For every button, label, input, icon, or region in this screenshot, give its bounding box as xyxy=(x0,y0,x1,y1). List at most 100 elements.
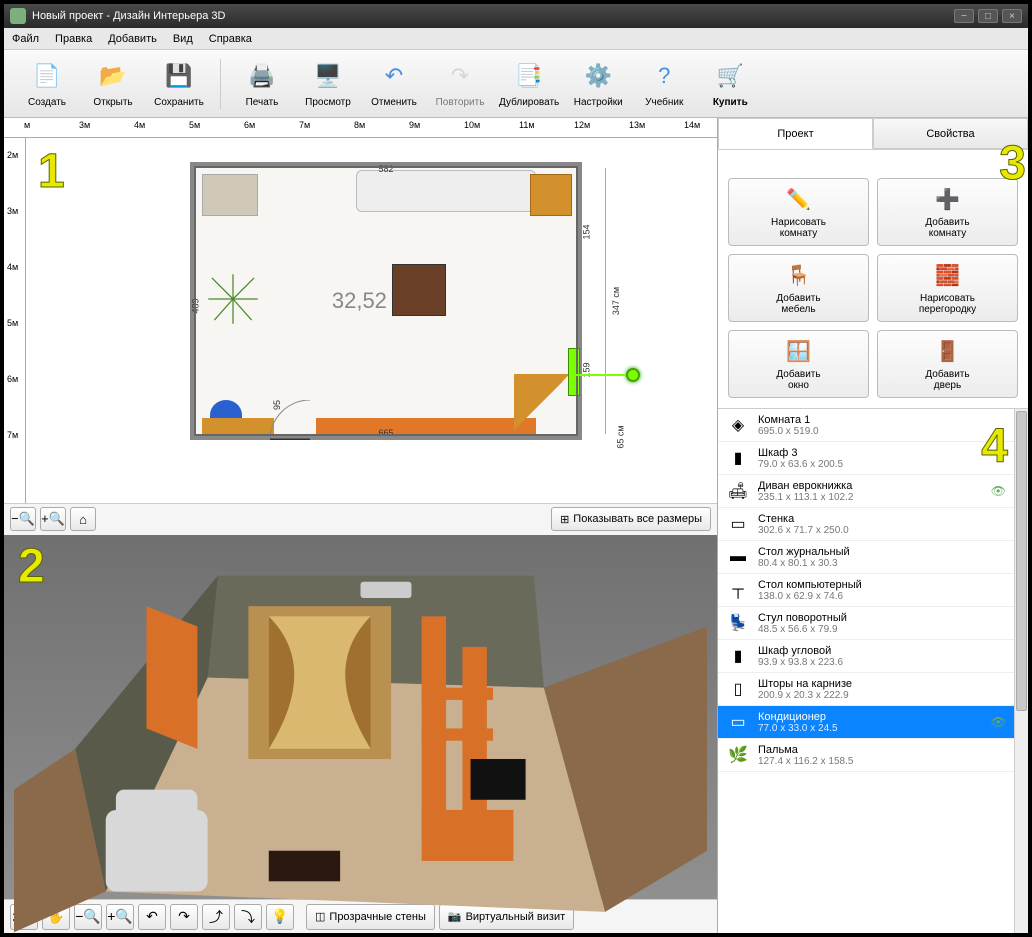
chair[interactable] xyxy=(210,400,242,430)
zoom-out-button[interactable]: −🔍 xyxy=(10,507,36,531)
dim-65: 65 см xyxy=(615,425,625,448)
menu-help[interactable]: Справка xyxy=(209,33,252,45)
show-all-dimensions-button[interactable]: ⊞ Показывать все размеры xyxy=(551,507,711,531)
object-item[interactable]: 🌿Пальма127.4 x 116.2 x 158.5 xyxy=(718,739,1014,772)
door-arc[interactable] xyxy=(270,400,316,440)
object-item[interactable]: 🛋Диван еврокнижка235.1 x 113.1 x 102.2👁 xyxy=(718,475,1014,508)
menu-add[interactable]: Добавить xyxy=(108,33,157,45)
selection-line xyxy=(576,374,626,376)
tabs: Проект Свойства xyxy=(718,118,1028,150)
Настройки-icon: ⚙️ xyxy=(581,59,615,93)
corner-wardrobe[interactable] xyxy=(514,374,570,430)
menu-file[interactable]: Файл xyxy=(12,33,39,45)
object-item[interactable]: ▮Шкаф 379.0 x 63.6 x 200.5 xyxy=(718,442,1014,475)
object-list: 4 ◈Комната 1695.0 x 519.0▮Шкаф 379.0 x 6… xyxy=(718,408,1028,933)
dim-489: 489 xyxy=(191,298,201,313)
object-icon: ┬ xyxy=(726,578,750,602)
object-icon: 🛋 xyxy=(726,479,750,503)
Сохранить-icon: 💾 xyxy=(162,59,196,93)
sofa-top[interactable] xyxy=(356,170,536,212)
object-icon: 💺 xyxy=(726,611,750,635)
ruler-horizontal: м3м4м5м6м7м8м9м10м11м12м13м14м xyxy=(4,118,717,138)
action-Добавить-дверь[interactable]: 🚪Добавитьдверь xyxy=(877,330,1018,398)
Повторить-icon: ↷ xyxy=(443,59,477,93)
scrollbar[interactable] xyxy=(1014,409,1028,933)
scene-3d xyxy=(14,545,707,934)
ruler-vertical: 2м3м4м5м6м7м xyxy=(4,138,26,503)
toolbar-Учебник[interactable]: ?Учебник xyxy=(637,59,691,108)
plan-toolbar: −🔍 +🔍 ⌂ ⊞ Показывать все размеры xyxy=(4,503,717,535)
action-Нарисовать-перегородку[interactable]: 🧱Нарисоватьперегородку xyxy=(877,254,1018,322)
main-toolbar: 📄Создать📂Открыть💾Сохранить 🖨️Печать🖥️Прос… xyxy=(4,50,1028,118)
tab-project[interactable]: Проект xyxy=(718,118,873,149)
app-window: Новый проект - Дизайн Интерьера 3D − □ ×… xyxy=(0,0,1032,937)
object-icon: ▮ xyxy=(726,446,750,470)
action-Добавить-комнату[interactable]: ➕Добавитькомнату xyxy=(877,178,1018,246)
toolbar-Печать[interactable]: 🖨️Печать xyxy=(235,59,289,108)
object-icon: ▬ xyxy=(726,545,750,569)
toolbar-Сохранить[interactable]: 💾Сохранить xyxy=(152,59,206,108)
object-item[interactable]: ◈Комната 1695.0 x 519.0 xyxy=(718,409,1014,442)
Отменить-icon: ↶ xyxy=(377,59,411,93)
toolbar-Отменить[interactable]: ↶Отменить xyxy=(367,59,421,108)
window-title: Новый проект - Дизайн Интерьера 3D xyxy=(32,10,225,22)
dim-line-right xyxy=(605,168,606,434)
action-Добавить-окно[interactable]: 🪟Добавитьокно xyxy=(728,330,869,398)
room-outline[interactable]: 32,52 xyxy=(190,162,582,440)
tab-properties[interactable]: Свойства xyxy=(873,118,1028,149)
titlebar: Новый проект - Дизайн Интерьера 3D − □ × xyxy=(4,4,1028,28)
action-Нарисовать-комнату[interactable]: ✏️Нарисоватькомнату xyxy=(728,178,869,246)
wardrobe-corner[interactable] xyxy=(202,174,258,216)
toolbar-Дублировать[interactable]: 📑Дублировать xyxy=(499,59,559,108)
dim-top: 582 xyxy=(378,164,393,174)
object-icon: ◈ xyxy=(726,413,750,437)
wall-unit[interactable] xyxy=(316,418,536,434)
left-pane: м3м4м5м6м7м8м9м10м11м12м13м14м 2м3м4м5м6… xyxy=(4,118,718,933)
dim-347: 347 см xyxy=(611,287,621,315)
toolbar-Повторить[interactable]: ↷Повторить xyxy=(433,59,487,108)
visibility-icon[interactable]: 👁 xyxy=(991,484,1006,498)
home-button[interactable]: ⌂ xyxy=(70,507,96,531)
desk[interactable] xyxy=(202,418,274,434)
object-item[interactable]: 💺Стул поворотный48.5 x 56.6 x 79.9 xyxy=(718,607,1014,640)
action-Добавить-мебель[interactable]: 🪑Добавитьмебель xyxy=(728,254,869,322)
close-button[interactable]: × xyxy=(1002,9,1022,23)
wardrobe-right[interactable] xyxy=(530,174,572,216)
air-conditioner[interactable] xyxy=(568,348,580,396)
toolbar-Просмотр[interactable]: 🖥️Просмотр xyxy=(301,59,355,108)
object-item[interactable]: ▯Шторы на карнизе200.9 x 20.3 x 222.9 xyxy=(718,673,1014,706)
zoom-in-button[interactable]: +🔍 xyxy=(40,507,66,531)
maximize-button[interactable]: □ xyxy=(978,9,998,23)
Купить-icon: 🛒 xyxy=(713,59,747,93)
scroll-thumb[interactable] xyxy=(1016,411,1027,711)
object-icon: ▮ xyxy=(726,644,750,668)
visibility-icon[interactable]: 👁 xyxy=(991,715,1006,729)
right-pane: Проект Свойства 3 ✏️Нарисоватькомнату➕До… xyxy=(718,118,1028,933)
object-item[interactable]: ▬Стол журнальный80.4 x 80.1 x 30.3 xyxy=(718,541,1014,574)
menu-view[interactable]: Вид xyxy=(173,33,193,45)
dim-154: 154 xyxy=(581,224,591,239)
object-item[interactable]: ▭Кондиционер77.0 x 33.0 x 24.5👁 xyxy=(718,706,1014,739)
toolbar-Открыть[interactable]: 📂Открыть xyxy=(86,59,140,108)
view-3d[interactable]: 2 xyxy=(4,535,717,900)
toolbar-Купить[interactable]: 🛒Купить xyxy=(703,59,757,108)
Учебник-icon: ? xyxy=(647,59,681,93)
palm-plant[interactable] xyxy=(202,268,264,330)
coffee-table[interactable] xyxy=(392,264,446,316)
Просмотр-icon: 🖥️ xyxy=(311,59,345,93)
plan-canvas[interactable]: 1 32,52 xyxy=(26,138,717,503)
selection-handle[interactable] xyxy=(626,368,640,382)
menubar: Файл Правка Добавить Вид Справка xyxy=(4,28,1028,50)
menu-edit[interactable]: Правка xyxy=(55,33,92,45)
plan-area: 2м3м4м5м6м7м 1 32,52 xyxy=(4,138,717,503)
object-item[interactable]: ▭Стенка302.6 x 71.7 x 250.0 xyxy=(718,508,1014,541)
Дублировать-icon: 📑 xyxy=(512,59,546,93)
object-item[interactable]: ┬Стол компьютерный138.0 x 62.9 x 74.6 xyxy=(718,574,1014,607)
toolbar-Настройки[interactable]: ⚙️Настройки xyxy=(571,59,625,108)
object-icon: 🌿 xyxy=(726,743,750,767)
content: м3м4м5м6м7м8м9м10м11м12м13м14м 2м3м4м5м6… xyxy=(4,118,1028,933)
object-item[interactable]: ▮Шкаф угловой93.9 x 93.8 x 223.6 xyxy=(718,640,1014,673)
object-icon: ▭ xyxy=(726,710,750,734)
toolbar-Создать[interactable]: 📄Создать xyxy=(20,59,74,108)
minimize-button[interactable]: − xyxy=(954,9,974,23)
